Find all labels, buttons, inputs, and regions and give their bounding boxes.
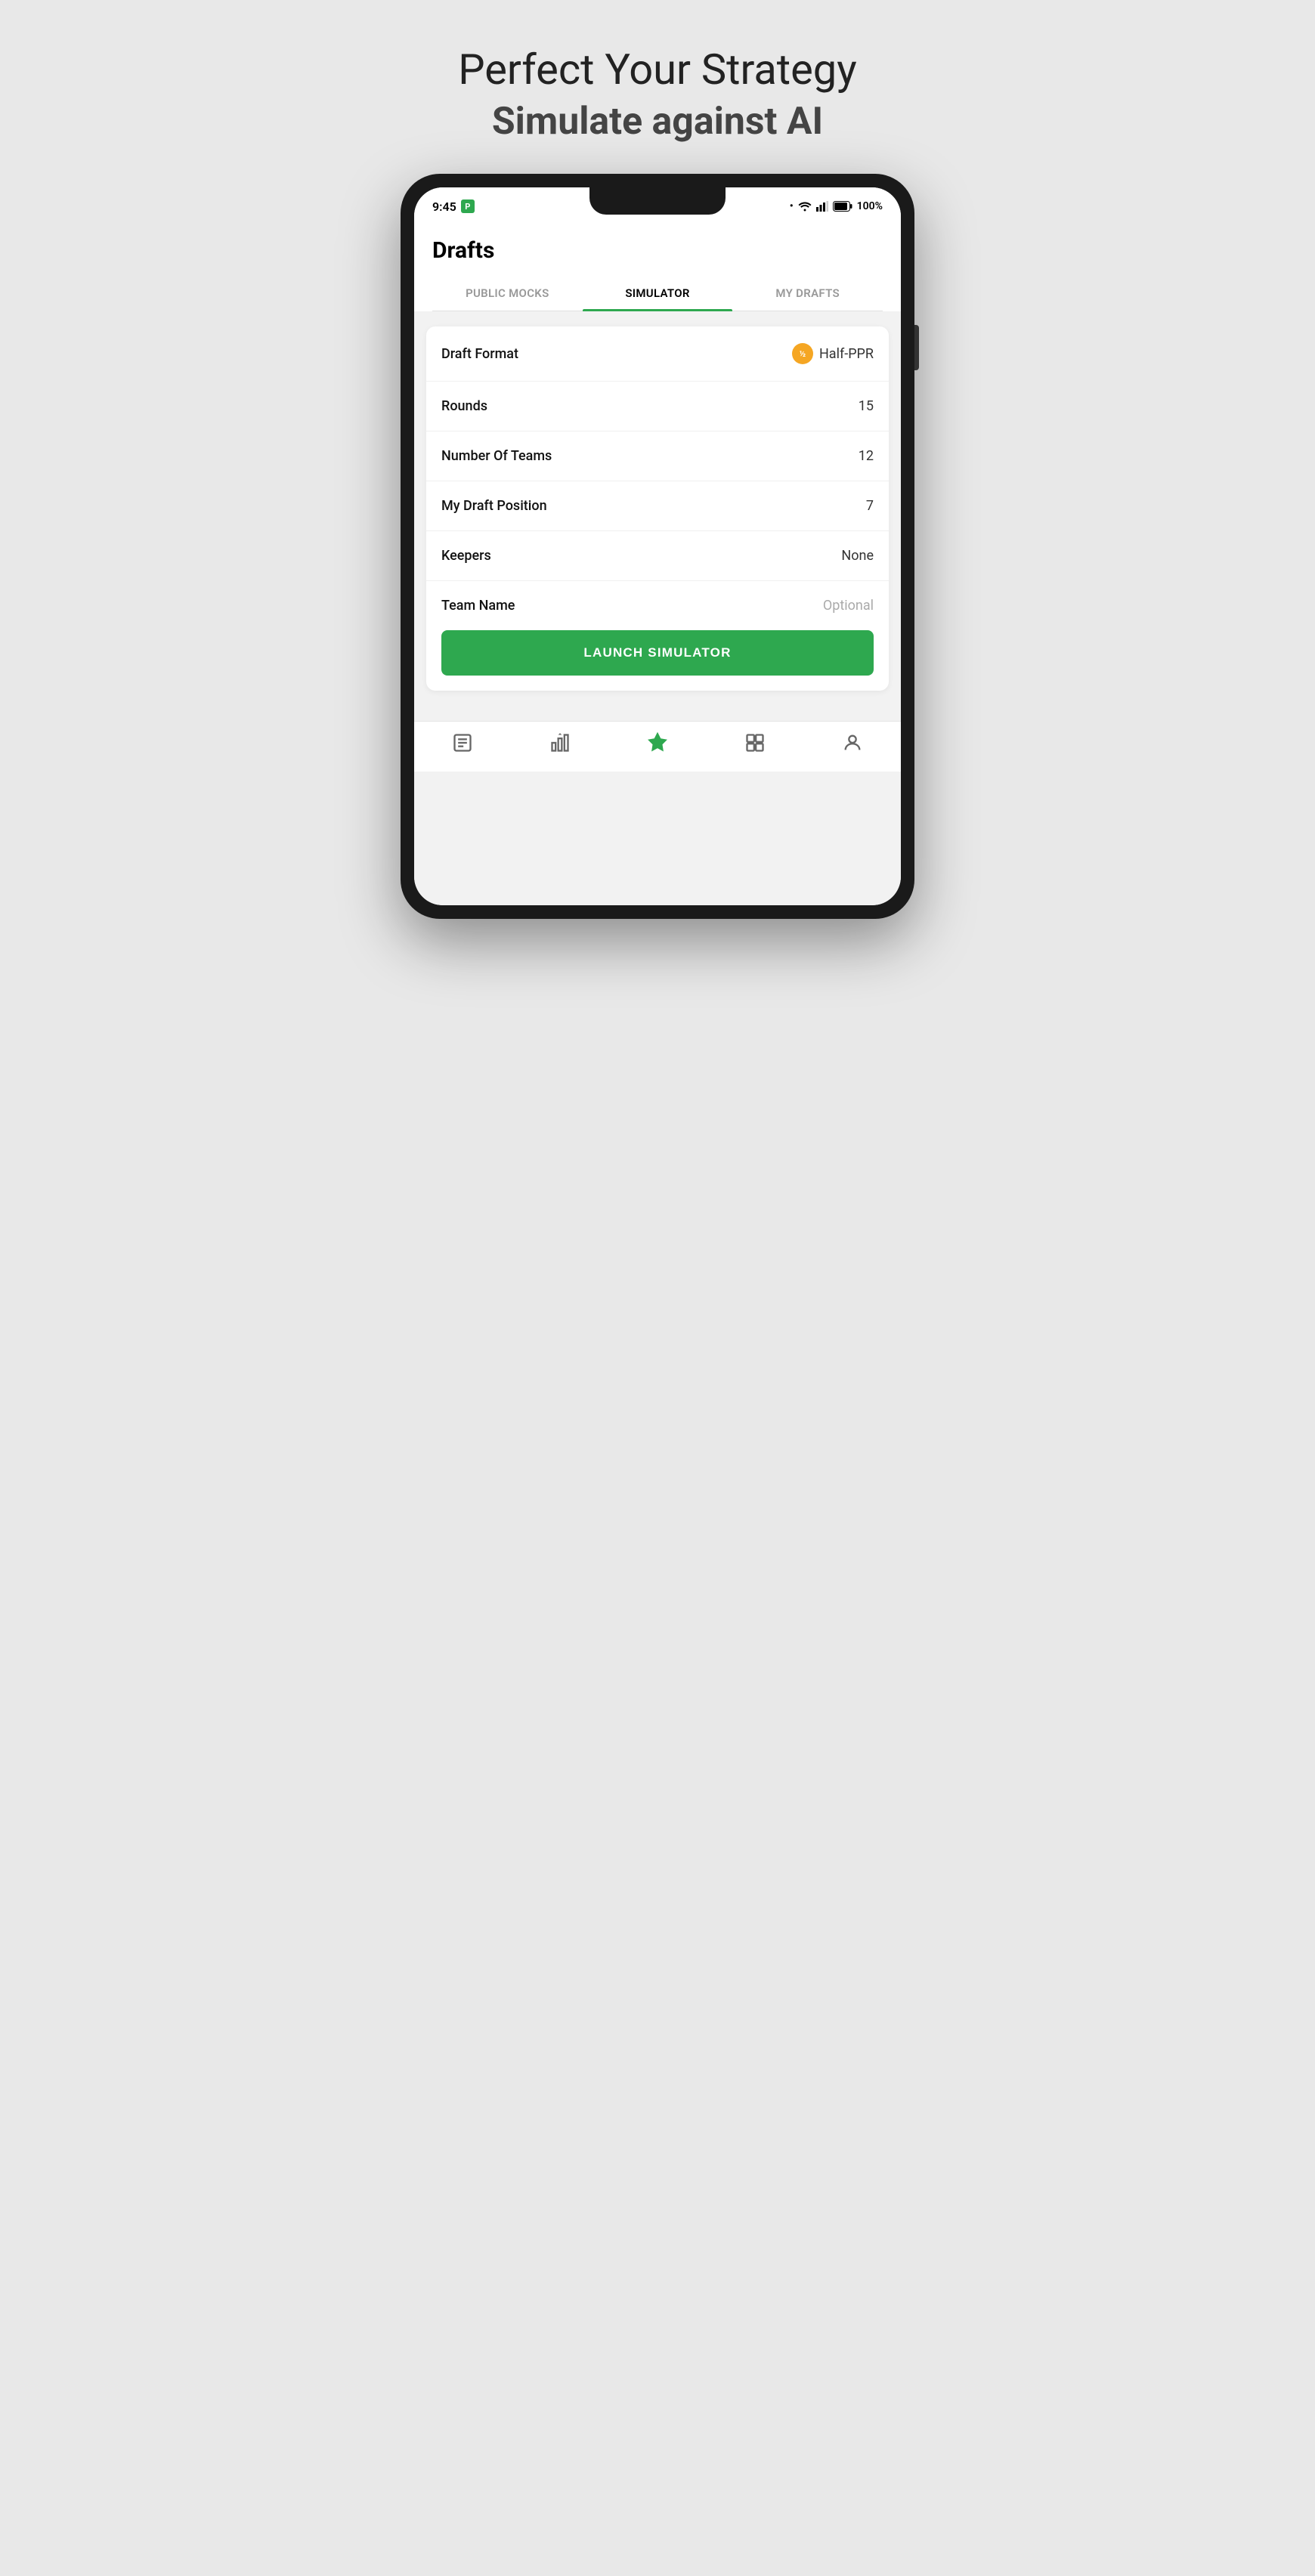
setting-draft-format[interactable]: Draft Format ½ Half-PPR (426, 326, 889, 382)
rounds-value: 15 (859, 398, 874, 414)
half-ppr-badge: ½ (792, 343, 813, 364)
nav-item-profile[interactable] (842, 732, 863, 753)
bottom-nav (414, 721, 901, 772)
nav-item-drafts[interactable] (647, 732, 668, 753)
status-time: 9:45 (432, 199, 456, 214)
nav-item-news[interactable] (452, 732, 473, 753)
status-bar: 9:45 P • (414, 187, 901, 225)
tools-icon (744, 732, 766, 753)
tab-simulator[interactable]: SIMULATOR (583, 276, 733, 311)
rounds-label: Rounds (441, 398, 487, 414)
launch-simulator-button[interactable]: LAUNCH SIMULATOR (441, 630, 874, 676)
side-button (914, 325, 919, 370)
page-wrapper: Perfect Your Strategy Simulate against A… (329, 15, 986, 964)
num-teams-label: Number Of Teams (441, 448, 552, 464)
app-header: Drafts PUBLIC MOCKS SIMULATOR MY DRAFTS (414, 225, 901, 311)
phone-frame: 9:45 P • (401, 174, 914, 919)
setting-team-name[interactable]: Team Name Optional (426, 581, 889, 630)
nav-item-tools[interactable] (744, 732, 766, 753)
draft-format-label: Draft Format (441, 346, 518, 362)
team-name-label: Team Name (441, 598, 515, 614)
status-right: • (790, 200, 883, 212)
num-teams-value: 12 (859, 448, 874, 464)
keepers-label: Keepers (441, 548, 491, 564)
news-icon (452, 732, 473, 753)
phone-screen: 9:45 P • (414, 187, 901, 905)
keepers-value: None (841, 548, 874, 564)
tab-public-mocks[interactable]: PUBLIC MOCKS (432, 276, 583, 311)
settings-card: Draft Format ½ Half-PPR Rounds 15 Number… (426, 326, 889, 691)
profile-icon (842, 732, 863, 753)
setting-rounds[interactable]: Rounds 15 (426, 382, 889, 431)
app-icon-small: P (461, 199, 475, 213)
rankings-icon (549, 732, 571, 753)
team-name-value: Optional (823, 598, 874, 614)
tab-my-drafts[interactable]: MY DRAFTS (732, 276, 883, 311)
setting-keepers[interactable]: Keepers None (426, 531, 889, 581)
drafts-icon (647, 732, 668, 753)
app-content: Drafts PUBLIC MOCKS SIMULATOR MY DRAFTS (414, 225, 901, 905)
draft-position-value: 7 (866, 498, 874, 514)
battery-icon (833, 201, 852, 212)
subheadline: Simulate against AI (492, 100, 823, 144)
setting-draft-position[interactable]: My Draft Position 7 (426, 481, 889, 531)
app-title: Drafts (432, 237, 883, 264)
status-left: 9:45 P (432, 199, 475, 214)
signal-icon (816, 201, 828, 212)
wifi-icon (798, 201, 812, 212)
notch (589, 187, 726, 215)
nav-item-rankings[interactable] (549, 732, 571, 753)
tabs-bar: PUBLIC MOCKS SIMULATOR MY DRAFTS (432, 276, 883, 311)
headline: Perfect Your Strategy (458, 45, 857, 94)
draft-position-label: My Draft Position (441, 498, 547, 514)
battery-pct: 100% (857, 200, 883, 212)
setting-number-of-teams[interactable]: Number Of Teams 12 (426, 431, 889, 481)
draft-format-value: ½ Half-PPR (792, 343, 874, 364)
dot-indicator: • (790, 200, 794, 212)
